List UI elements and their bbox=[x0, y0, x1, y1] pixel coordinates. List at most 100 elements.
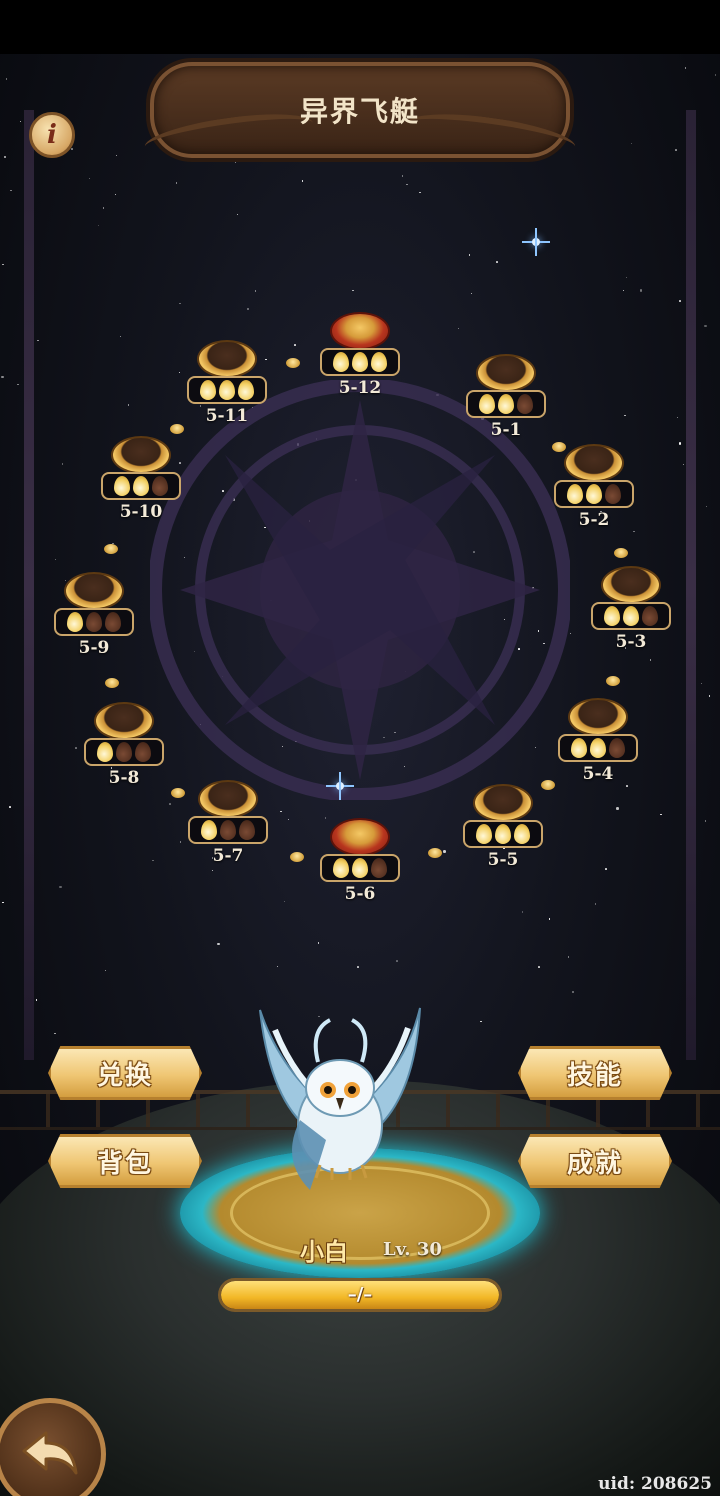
stage-node[interactable]: 5-8 bbox=[84, 702, 164, 792]
pet-name: 小白 bbox=[300, 1238, 348, 1266]
stage-label: 5-6 bbox=[344, 884, 376, 904]
background-star bbox=[169, 803, 171, 805]
skills-button[interactable]: 技能 bbox=[518, 1046, 672, 1100]
stage-node[interactable]: 5-7 bbox=[188, 780, 268, 870]
stage-star-rating bbox=[84, 738, 164, 766]
background-star bbox=[37, 339, 39, 342]
star-empty-icon bbox=[239, 820, 255, 840]
star-filled-icon bbox=[97, 742, 113, 762]
skills-label: 技能 bbox=[566, 1060, 623, 1091]
stage-pedestal-icon bbox=[197, 340, 257, 378]
bag-label: 背包 bbox=[96, 1148, 153, 1179]
background-star bbox=[521, 911, 524, 913]
background-star bbox=[396, 960, 398, 962]
star-filled-icon bbox=[333, 858, 349, 878]
stage-node[interactable]: 5-3 bbox=[591, 566, 671, 656]
exp-text: –/– bbox=[347, 1284, 373, 1305]
path-coin bbox=[541, 780, 555, 790]
background-star bbox=[2, 901, 4, 904]
star-empty-icon bbox=[609, 738, 625, 758]
bag-button[interactable]: 背包 bbox=[48, 1134, 202, 1188]
star-filled-icon bbox=[201, 820, 217, 840]
stage-node[interactable]: 5-4 bbox=[558, 698, 638, 788]
stage-node[interactable]: 5-6 bbox=[320, 818, 400, 908]
star-filled-icon bbox=[352, 858, 368, 878]
background-star bbox=[88, 177, 91, 180]
background-star bbox=[443, 850, 446, 853]
stage-label: 5-5 bbox=[487, 850, 519, 870]
background-star bbox=[254, 290, 257, 292]
background-star bbox=[679, 300, 681, 302]
stage-star-rating bbox=[558, 734, 638, 762]
star-empty-icon bbox=[371, 858, 387, 878]
stage-label: 5-11 bbox=[205, 406, 249, 426]
stage-label: 5-9 bbox=[78, 638, 110, 658]
exp-bar: –/– bbox=[218, 1278, 502, 1312]
star-filled-icon bbox=[476, 824, 492, 844]
star-empty-icon bbox=[105, 612, 121, 632]
star-empty-icon bbox=[642, 606, 658, 626]
achievements-button[interactable]: 成就 bbox=[518, 1134, 672, 1188]
background-star bbox=[175, 182, 178, 184]
stage-pedestal-icon bbox=[64, 572, 124, 610]
star-empty-icon bbox=[605, 484, 621, 504]
stage-star-rating bbox=[320, 854, 400, 882]
star-empty-icon bbox=[135, 742, 151, 762]
stage-pedestal-icon bbox=[198, 780, 258, 818]
stage-node[interactable]: 5-1 bbox=[466, 354, 546, 444]
star-filled-icon bbox=[567, 484, 583, 504]
stage-label: 5-7 bbox=[212, 846, 244, 866]
star-filled-icon bbox=[495, 824, 511, 844]
star-filled-icon bbox=[498, 394, 514, 414]
star-filled-icon bbox=[333, 352, 349, 372]
star-filled-icon bbox=[238, 380, 254, 400]
star-filled-icon bbox=[200, 380, 216, 400]
star-filled-icon bbox=[479, 394, 495, 414]
background-star bbox=[75, 747, 77, 749]
stage-pedestal-icon bbox=[473, 784, 533, 822]
exchange-button[interactable]: 兑换 bbox=[48, 1046, 202, 1100]
star-empty-icon bbox=[220, 820, 236, 840]
stage-node[interactable]: 5-5 bbox=[463, 784, 543, 874]
stage-node[interactable]: 5-12 bbox=[320, 312, 400, 402]
background-star bbox=[496, 261, 498, 263]
path-coin bbox=[105, 678, 119, 688]
stage-node[interactable]: 5-11 bbox=[187, 340, 267, 430]
stage-star-rating bbox=[188, 816, 268, 844]
left-frame-ornament bbox=[24, 110, 34, 1060]
game-screen: 5-1 5-2 5-3 5-4 5-5 5-6 5-7 5-8 5-9 5-10 5-11 5-12 … bbox=[0, 0, 720, 1496]
stage-label: 5-1 bbox=[490, 420, 522, 440]
stage-star-rating bbox=[320, 348, 400, 376]
info-button[interactable]: i bbox=[29, 112, 75, 158]
stage-star-rating bbox=[591, 602, 671, 630]
stage-pedestal-icon bbox=[111, 436, 171, 474]
path-coin bbox=[286, 358, 300, 368]
stage-pedestal-icon bbox=[568, 698, 628, 736]
background-star bbox=[639, 289, 643, 292]
stage-label: 5-3 bbox=[615, 632, 647, 652]
background-star bbox=[538, 966, 540, 968]
background-star bbox=[401, 175, 404, 177]
background-star bbox=[71, 148, 73, 150]
background-star bbox=[236, 213, 239, 216]
path-coin bbox=[170, 424, 184, 434]
background-star bbox=[17, 383, 19, 386]
stage-node[interactable]: 5-10 bbox=[101, 436, 181, 526]
background-star bbox=[678, 442, 682, 445]
stage-pedestal-icon bbox=[564, 444, 624, 482]
background-star bbox=[127, 404, 130, 406]
stage-label: 5-10 bbox=[119, 502, 163, 522]
title-banner: 异界飞艇 bbox=[142, 62, 578, 164]
background-star bbox=[9, 806, 11, 808]
star-filled-icon bbox=[604, 606, 620, 626]
stage-node[interactable]: 5-2 bbox=[554, 444, 634, 534]
star-filled-icon bbox=[67, 612, 83, 632]
path-coin bbox=[552, 442, 566, 452]
background-star bbox=[280, 810, 282, 813]
star-filled-icon bbox=[586, 484, 602, 504]
exchange-label: 兑换 bbox=[96, 1060, 153, 1091]
star-filled-icon bbox=[571, 738, 587, 758]
stage-node[interactable]: 5-9 bbox=[54, 572, 134, 662]
background-star bbox=[616, 807, 619, 810]
star-empty-icon bbox=[86, 612, 102, 632]
